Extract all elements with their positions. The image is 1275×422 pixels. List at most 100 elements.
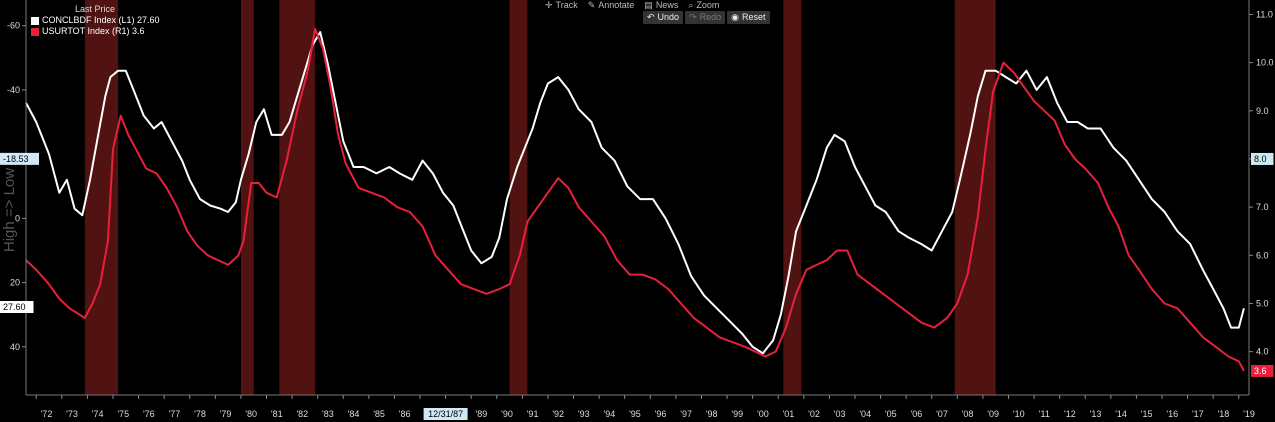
- right-tick-label: 7.0: [1256, 202, 1269, 212]
- x-tick-label: '14: [1115, 409, 1127, 419]
- reset-icon: ◉: [731, 12, 739, 22]
- x-tick-label: '09: [987, 409, 999, 419]
- x-tick-label: '93: [578, 409, 590, 419]
- legend-swatch-white: [31, 16, 39, 25]
- recession-band: [954, 0, 996, 395]
- right-tick-label: 11.0: [1256, 9, 1273, 19]
- news-icon: ▤: [644, 0, 653, 10]
- chart-canvas: -60-4002040 4.05.06.07.08.09.010.011.0 '…: [0, 0, 1274, 420]
- series-line-usurtot: [25, 27, 1245, 372]
- last-value-tag-text: 3.6: [1254, 366, 1267, 376]
- x-tick-label: '80: [245, 409, 257, 419]
- x-tick-label: '97: [680, 409, 692, 419]
- left-tick-label: 20: [10, 278, 20, 288]
- series-line-conclbdf: [25, 31, 1245, 355]
- undo-button[interactable]: ↶ Undo: [643, 11, 684, 24]
- x-tick-label: '79: [220, 409, 232, 419]
- legend-label: USURTOT Index (R1) 3.6: [42, 26, 145, 36]
- x-tick-label: '07: [936, 409, 948, 419]
- right-tick-label: 5.0: [1256, 298, 1269, 308]
- legend-header: Last Price: [75, 4, 116, 14]
- x-cursor-label: 12/31/87: [428, 409, 463, 419]
- legend: Last Price CONCLBDF Index (L1) 27.60 USU…: [31, 4, 160, 37]
- x-tick-label: '98: [706, 409, 718, 419]
- right-tick-label: 4.0: [1256, 347, 1269, 357]
- x-tick-label: '83: [322, 409, 334, 419]
- x-tick-label: '95: [629, 409, 641, 419]
- x-tick-label: '19: [1243, 409, 1255, 419]
- recession-band: [783, 0, 802, 395]
- x-tick-label: '96: [655, 409, 667, 419]
- pencil-icon: ✎: [587, 0, 596, 10]
- x-tick-label: '18: [1218, 409, 1230, 419]
- recession-band: [84, 0, 119, 395]
- crosshair-icon: ✛: [545, 0, 553, 10]
- chart-toolbar: ✛ Track ✎ Annotate ▤ News ⌕ Zoom: [545, 0, 719, 11]
- x-tick-label: '10: [1013, 409, 1025, 419]
- x-tick-label: '73: [66, 409, 78, 419]
- recession-band: [240, 0, 254, 395]
- x-tick-label: '75: [117, 409, 129, 419]
- legend-label: CONCLBDF Index (L1) 27.60: [42, 15, 160, 25]
- x-tick-label: '78: [194, 409, 206, 419]
- right-tick-label: 6.0: [1256, 250, 1269, 260]
- x-tick-label: '15: [1141, 409, 1153, 419]
- last-value-tag-text: 8.0: [1254, 154, 1267, 164]
- x-tick-label: '72: [41, 409, 53, 419]
- x-tick-label: '12: [1064, 409, 1076, 419]
- reset-button[interactable]: ◉ Reset: [727, 11, 770, 24]
- right-axis: 4.0 5.0 6.0 7.0 8.0 9.0 10.0 11.0: [1248, 0, 1274, 395]
- x-tick-label: '82: [296, 409, 308, 419]
- x-tick-label: '84: [348, 409, 360, 419]
- x-tick-label: '16: [1166, 409, 1178, 419]
- x-tick-label: '74: [92, 409, 104, 419]
- last-value-tags: -18.53 27.60 8.0 3.6: [0, 152, 1274, 377]
- track-button[interactable]: ✛ Track: [545, 0, 578, 11]
- x-tick-label: '13: [1090, 409, 1102, 419]
- right-tick-label: 9.0: [1256, 106, 1269, 116]
- x-tick-label: '89: [476, 409, 488, 419]
- x-tick-label: '90: [501, 409, 513, 419]
- x-tick-label: '06: [911, 409, 923, 419]
- annotate-button[interactable]: ✎ Annotate: [588, 0, 635, 11]
- x-tick-label: '02: [808, 409, 820, 419]
- x-tick-label: '94: [603, 409, 615, 419]
- x-tick-label: '81: [271, 409, 283, 419]
- left-tick-label: 40: [10, 342, 20, 352]
- zoom-button[interactable]: ⌕ Zoom: [688, 0, 719, 11]
- last-value-tag-text: 27.60: [3, 302, 26, 312]
- x-tick-label: '01: [783, 409, 795, 419]
- x-tick-label: '99: [731, 409, 743, 419]
- x-tick-label: '11: [1039, 409, 1050, 419]
- redo-button[interactable]: ↷ Redo: [685, 11, 726, 24]
- x-tick-label: '86: [399, 409, 411, 419]
- redo-icon: ↷: [689, 12, 697, 22]
- x-tick-label: '76: [143, 409, 155, 419]
- x-tick-label: '77: [169, 409, 181, 419]
- x-tick-label: '08: [962, 409, 974, 419]
- recession-band: [509, 0, 528, 395]
- x-tick-label: '04: [859, 409, 871, 419]
- left-axis-label: High => Low: [1, 168, 18, 252]
- x-tick-label: '91: [527, 409, 539, 419]
- last-value-tag-text: -18.53: [3, 154, 29, 164]
- x-axis: '72 '73 '74 '75 '76 '77 '78 '79 '80 '81 '82 '83 '84 '…: [26, 394, 1255, 420]
- legend-item-usurtot[interactable]: USURTOT Index (R1) 3.6: [31, 26, 160, 37]
- legend-swatch-red: [31, 27, 39, 36]
- news-button[interactable]: ▤ News: [644, 0, 678, 11]
- series-group: [25, 27, 1245, 372]
- left-tick-label: -40: [7, 85, 20, 95]
- undo-icon: ↶: [647, 12, 655, 22]
- x-tick-label: '03: [834, 409, 846, 419]
- x-tick-label: '00: [757, 409, 769, 419]
- edit-toolbar: ↶ Undo ↷ Redo ◉ Reset: [643, 11, 770, 24]
- x-tick-label: '05: [885, 409, 897, 419]
- x-tick-label: '85: [373, 409, 385, 419]
- x-tick-label: '17: [1192, 409, 1204, 419]
- right-tick-label: 10.0: [1256, 58, 1274, 68]
- magnifier-icon: ⌕: [688, 0, 694, 10]
- legend-item-conclbdf[interactable]: CONCLBDF Index (L1) 27.60: [31, 15, 160, 26]
- recession-shading-group: [84, 0, 996, 395]
- x-tick-label: '92: [552, 409, 564, 419]
- left-tick-label: -60: [7, 21, 20, 31]
